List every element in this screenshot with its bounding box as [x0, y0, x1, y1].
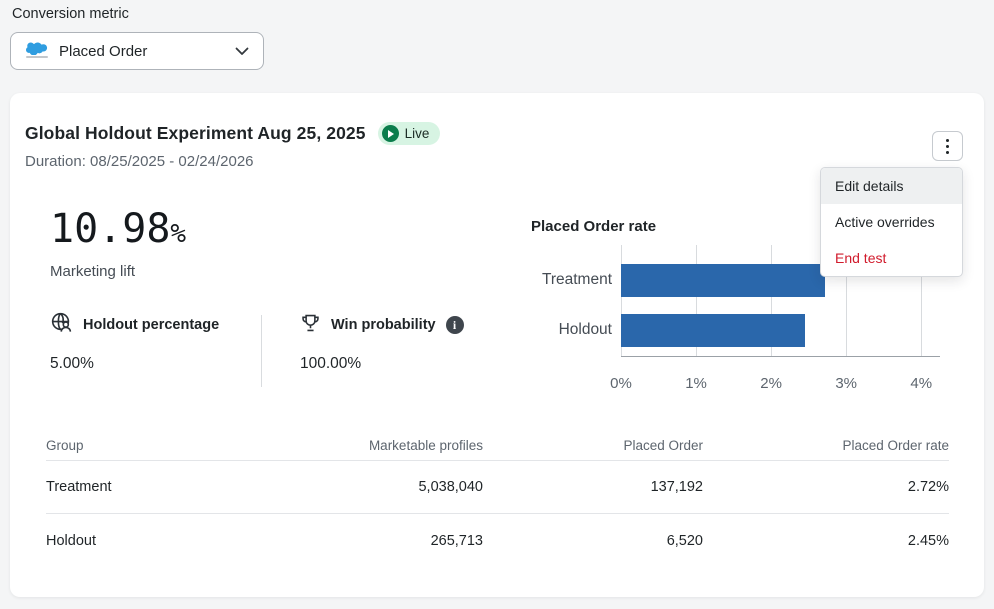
experiment-duration: Duration: 08/25/2025 - 02/24/2026 [25, 153, 254, 170]
table-header-row: Group Marketable profiles Placed Order P… [46, 430, 949, 461]
chart-title: Placed Order rate [531, 218, 656, 235]
x-tick: 2% [760, 375, 782, 392]
table-row-holdout: Holdout 265,713 6,520 2.45% [46, 514, 949, 567]
marketing-lift-value: 10.98% [50, 205, 186, 253]
marketing-lift-label: Marketing lift [50, 263, 135, 280]
win-probability-value: 100.00% [300, 355, 464, 373]
more-actions-button[interactable] [932, 131, 963, 161]
play-icon [382, 125, 399, 142]
conversion-metric-select[interactable]: Placed Order [10, 32, 264, 70]
chart-category-holdout: Holdout [487, 321, 612, 339]
col-header-group: Group [46, 438, 246, 453]
globe-audience-icon [50, 311, 73, 339]
chevron-down-icon [235, 47, 249, 56]
trophy-icon [300, 312, 321, 339]
actions-menu: Edit details Active overrides End test [820, 167, 963, 277]
menu-item-edit-details[interactable]: Edit details [821, 168, 962, 204]
salesforce-cloud-icon [25, 41, 49, 61]
chart-x-axis: 0% 1% 2% 3% 4% [621, 375, 940, 395]
x-tick: 1% [685, 375, 707, 392]
bar-treatment [621, 264, 825, 297]
status-badge-live: Live [378, 122, 441, 145]
col-header-placed-order: Placed Order [483, 438, 703, 453]
stats-divider [261, 315, 262, 387]
x-tick: 0% [610, 375, 632, 392]
win-probability-label: Win probability [331, 317, 436, 333]
col-header-rate: Placed Order rate [703, 438, 949, 453]
results-table: Group Marketable profiles Placed Order P… [46, 430, 949, 567]
menu-item-active-overrides[interactable]: Active overrides [821, 204, 962, 240]
holdout-percentage-label: Holdout percentage [83, 317, 219, 333]
holdout-percentage-value: 5.00% [50, 355, 219, 373]
chart-category-treatment: Treatment [487, 271, 612, 289]
x-tick: 3% [835, 375, 857, 392]
bar-holdout [621, 314, 805, 347]
table-row-treatment: Treatment 5,038,040 137,192 2.72% [46, 461, 949, 514]
conversion-metric-value: Placed Order [59, 43, 235, 60]
status-badge-label: Live [405, 126, 430, 141]
x-tick: 4% [910, 375, 932, 392]
col-header-profiles: Marketable profiles [246, 438, 483, 453]
experiment-title: Global Holdout Experiment Aug 25, 2025 [25, 123, 366, 144]
conversion-metric-label: Conversion metric [12, 6, 129, 22]
holdout-percentage-block: Holdout percentage 5.00% [50, 313, 219, 373]
experiment-dashboard: Conversion metric Placed Order Global Ho… [0, 0, 994, 609]
kebab-icon [946, 139, 949, 142]
info-icon[interactable]: i [446, 316, 464, 334]
win-probability-block: Win probability i 100.00% [300, 313, 464, 373]
menu-item-end-test[interactable]: End test [821, 240, 962, 276]
